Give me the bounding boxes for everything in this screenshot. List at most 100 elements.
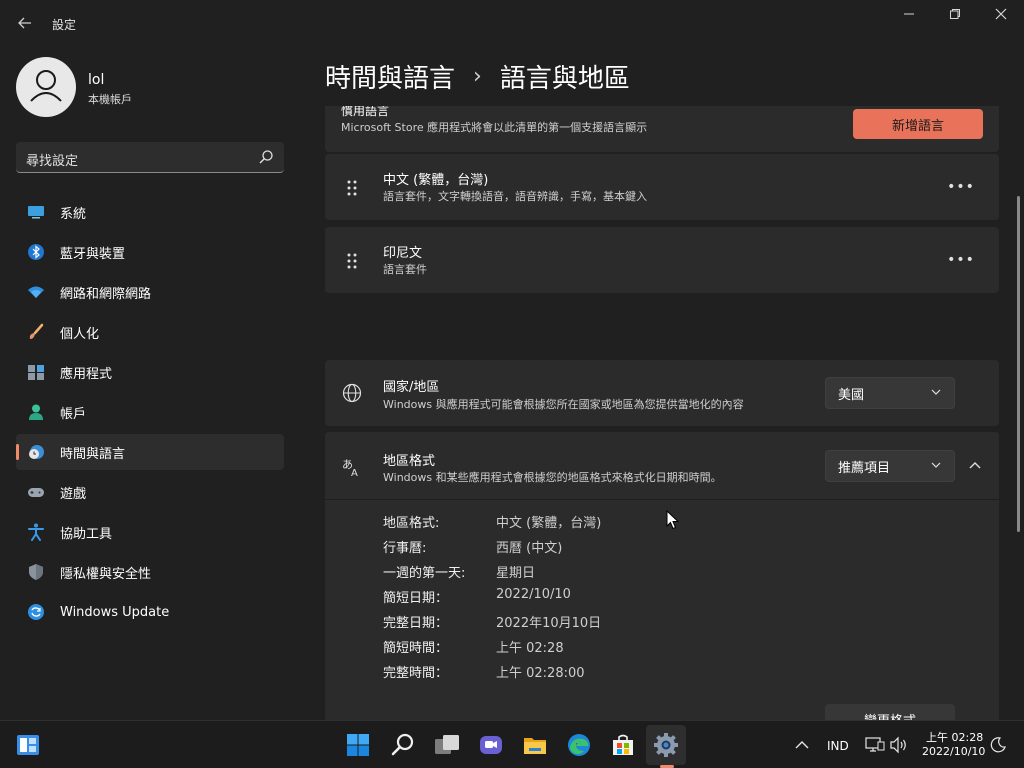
chat-icon[interactable]	[477, 731, 505, 759]
minimize-icon	[904, 13, 914, 15]
title-bar: 設定	[0, 0, 1024, 46]
clock-date[interactable]: 2022/10/10	[922, 745, 985, 758]
more-options-button[interactable]: •••	[947, 250, 975, 270]
chevron-up-icon[interactable]	[790, 735, 814, 755]
regional-format-dropdown-value: 推薦項目	[838, 460, 891, 476]
language-item[interactable]: 中文 (繁體，台灣) 語言套件，文字轉換語音，語音辨識，手寫，基本鍵入 •••	[325, 154, 999, 220]
chevron-up-icon[interactable]	[963, 454, 987, 478]
country-dropdown-value: 美國	[838, 387, 865, 403]
sidebar-item-privacy[interactable]: 隱私權與安全性	[16, 554, 284, 590]
svg-text:A: A	[351, 468, 358, 478]
add-language-button[interactable]: 新增語言	[853, 109, 983, 139]
time-language-icon	[29, 445, 44, 459]
breadcrumb-parent[interactable]: 時間與語言	[325, 58, 455, 95]
network-icon[interactable]	[864, 735, 886, 755]
input-indicator[interactable]: IND	[827, 739, 849, 753]
sidebar-item-accessibility[interactable]: 協助工具	[16, 514, 284, 550]
format-detail-row: 簡短時間： 上午 02:28	[383, 637, 564, 656]
breadcrumb: 時間與語言 › 語言與地區	[325, 56, 630, 96]
windows-update-icon	[28, 604, 44, 620]
format-detail-label: 地區格式:	[383, 516, 440, 531]
sidebar-item-apps[interactable]: 應用程式	[16, 354, 284, 390]
country-title: 國家/地區	[383, 380, 440, 395]
search-placeholder: 尋找設定	[26, 154, 79, 169]
sidebar-item-system[interactable]: 系統	[16, 194, 284, 230]
language-features: 語言套件，文字轉換語音，語音辨識，手寫，基本鍵入	[383, 190, 647, 203]
task-view-icon[interactable]	[433, 731, 461, 759]
close-icon	[995, 8, 1007, 20]
sidebar-item-label: 個人化	[60, 326, 100, 342]
globe-icon	[342, 383, 362, 403]
sidebar-item-label: 時間與語言	[60, 446, 126, 462]
format-detail-value: 中文 (繁體，台灣)	[496, 516, 602, 531]
system-icon	[28, 206, 44, 219]
country-description: Windows 與應用程式可能會根據您所在國家或地區為您提供當地化的內容	[383, 398, 744, 411]
widgets-icon[interactable]	[14, 731, 42, 759]
chevron-down-icon	[931, 389, 941, 395]
regional-format-dropdown[interactable]: 推薦項目	[825, 450, 955, 482]
format-detail-label: 一週的第一天:	[383, 566, 466, 581]
sidebar-item-label: 遊戲	[60, 486, 87, 502]
sidebar-item-label: 網路和網際網路	[60, 286, 152, 302]
shield-icon	[29, 564, 43, 580]
search-input[interactable]: 尋找設定	[16, 142, 284, 173]
drag-handle-icon[interactable]	[345, 179, 359, 197]
sidebar-item-label: 協助工具	[60, 526, 113, 542]
sidebar-item-bluetooth[interactable]: 藍牙與裝置	[16, 234, 284, 270]
format-detail-value: 西曆 (中文)	[496, 541, 563, 556]
app-title: 設定	[52, 18, 77, 32]
drag-handle-icon[interactable]	[345, 252, 359, 270]
country-dropdown[interactable]: 美國	[825, 377, 955, 409]
sidebar-item-personalization[interactable]: 個人化	[16, 314, 284, 350]
back-arrow-icon	[18, 17, 31, 29]
format-detail-row: 地區格式: 中文 (繁體，台灣)	[383, 512, 602, 531]
format-detail-value: 上午 02:28	[496, 641, 564, 656]
format-detail-row: 行事曆: 西曆 (中文)	[383, 537, 563, 556]
format-detail-value: 2022年10月10日	[496, 616, 602, 631]
format-detail-row: 完整日期： 2022年10月10日	[383, 612, 602, 631]
wifi-icon	[28, 286, 44, 298]
maximize-button[interactable]	[932, 8, 978, 26]
minimize-button[interactable]	[886, 8, 932, 26]
regional-format-description: Windows 和某些應用程式會根據您的地區格式來格式化日期和時間。	[383, 471, 722, 484]
settings-icon[interactable]	[652, 731, 680, 759]
language-features: 語言套件	[383, 263, 427, 276]
language-name: 印尼文	[383, 246, 423, 261]
sidebar-item-windows-update[interactable]: Windows Update	[16, 594, 284, 630]
sidebar-item-time-language[interactable]: 時間與語言	[16, 434, 284, 470]
sidebar-item-label: 藍牙與裝置	[60, 246, 126, 262]
change-format-button[interactable]: 變更格式	[825, 704, 955, 720]
search-icon[interactable]	[258, 149, 274, 165]
volume-icon[interactable]	[888, 735, 910, 755]
avatar[interactable]	[16, 57, 76, 117]
edge-icon[interactable]	[565, 731, 593, 759]
close-button[interactable]	[978, 8, 1024, 26]
language-item[interactable]: 印尼文 語言套件 •••	[325, 227, 999, 293]
format-detail-label: 完整時間：	[383, 666, 449, 681]
sidebar-item-network[interactable]: 網路和網際網路	[16, 274, 284, 310]
file-explorer-icon[interactable]	[521, 731, 549, 759]
start-icon[interactable]	[344, 731, 372, 759]
back-button[interactable]	[14, 12, 36, 34]
clock-time[interactable]: 上午 02:28	[926, 729, 983, 745]
scrollbar[interactable]	[1017, 196, 1020, 532]
sidebar-item-accounts[interactable]: 帳戶	[16, 394, 284, 430]
format-detail-row: 一週的第一天: 星期日	[383, 562, 535, 581]
sidebar-item-label: Windows Update	[60, 604, 170, 620]
taskbar: IND 上午 02:28 2022/10/10	[0, 720, 1024, 768]
sidebar-item-label: 應用程式	[60, 366, 113, 382]
accessibility-icon	[28, 523, 44, 541]
breadcrumb-separator: ›	[473, 63, 482, 89]
preferred-languages-title: 慣用語言	[341, 106, 390, 118]
format-detail-row: 簡短日期： 2022/10/10	[383, 587, 571, 606]
regional-format-card: あ A 地區格式 Windows 和某些應用程式會根據您的地區格式來格式化日期和…	[325, 432, 999, 720]
format-detail-value: 2022/10/10	[496, 587, 571, 602]
more-options-button[interactable]: •••	[947, 177, 975, 197]
language-name: 中文 (繁體，台灣)	[383, 173, 489, 188]
sidebar-item-gaming[interactable]: 遊戲	[16, 474, 284, 510]
profile-account-type: 本機帳戶	[88, 93, 132, 106]
focus-assist-icon[interactable]	[988, 735, 1008, 755]
search-icon[interactable]	[389, 731, 417, 759]
account-icon	[29, 404, 43, 420]
store-icon[interactable]	[609, 731, 637, 759]
